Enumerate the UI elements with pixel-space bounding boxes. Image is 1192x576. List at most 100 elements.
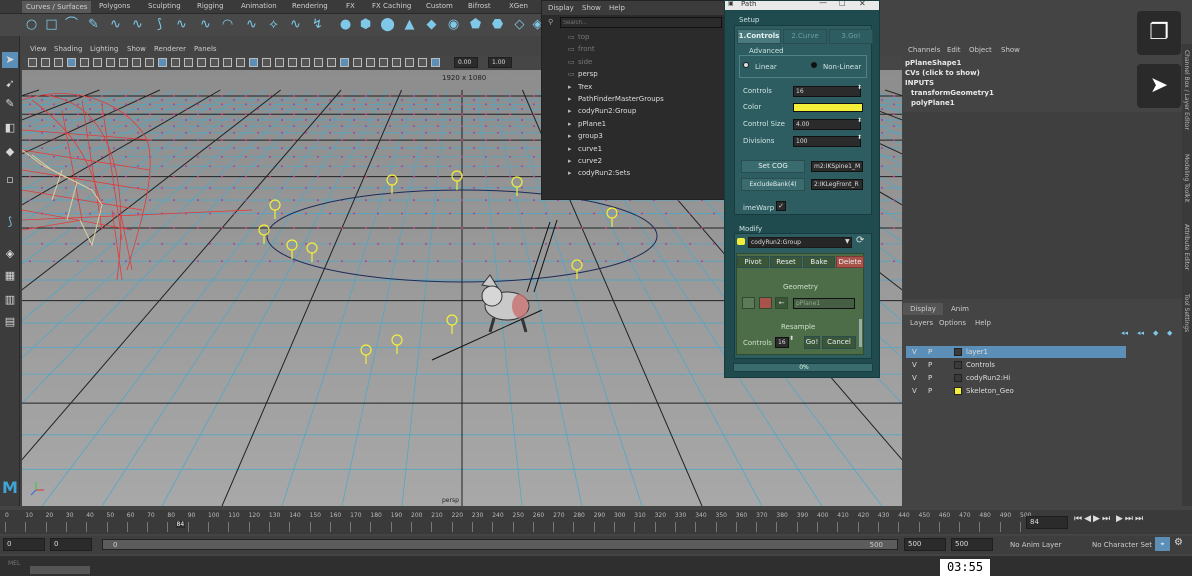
current-frame-marker[interactable]: 84 [175, 521, 186, 528]
controls-input[interactable]: 16 [793, 86, 861, 97]
scrollbar[interactable] [859, 319, 862, 347]
viewport-tool-icon[interactable] [327, 58, 336, 67]
bezier-curve-icon[interactable]: ⟆ [152, 17, 167, 32]
viewport-tool-icon[interactable] [145, 58, 154, 67]
nonlinear-radio[interactable] [811, 62, 817, 68]
torus-icon[interactable]: ◉ [446, 17, 461, 32]
layer-visibility[interactable]: V [912, 359, 917, 371]
revolve-icon[interactable]: ⬣ [490, 17, 505, 32]
viewport-tool-icon[interactable] [210, 58, 219, 67]
tab-go[interactable]: 3.Go! [829, 29, 873, 44]
viewport-menu-panels[interactable]: Panels [194, 45, 217, 53]
viewport-tool-icon[interactable] [158, 58, 167, 67]
layout-four-icon[interactable]: ▦ [2, 268, 18, 284]
exclude-bank-input[interactable]: 2:IKLegFront_R [811, 179, 863, 190]
shelf-tab[interactable]: XGen [509, 2, 528, 10]
set-cog-button[interactable]: Set COG [741, 160, 805, 173]
cylinder-icon[interactable]: ⬤ [380, 17, 395, 32]
outliner-menu-show[interactable]: Show [582, 4, 601, 12]
layer-color-swatch[interactable] [954, 348, 962, 356]
viewport-tool-icon[interactable] [314, 58, 323, 67]
viewport-tool-icon[interactable] [418, 58, 427, 67]
outliner-item[interactable]: codyRun2:Sets [578, 169, 630, 177]
tab-curve[interactable]: 2.Curve [783, 29, 827, 44]
rebuild-curve-icon[interactable]: ◠ [220, 17, 235, 32]
outliner-item[interactable]: curve2 [578, 157, 602, 165]
rotate-tool-icon[interactable]: ◆ [2, 144, 18, 160]
tab-attribute-editor[interactable]: Attribute Editor [1183, 224, 1190, 270]
lasso-tool-icon[interactable]: ➹ [2, 76, 18, 92]
linear-radio[interactable] [743, 62, 749, 68]
sphere-icon[interactable]: ● [338, 17, 353, 32]
layer-row[interactable]: V P layer1 [906, 346, 1126, 358]
layer-name[interactable]: layer1 [966, 346, 988, 358]
refresh-icon[interactable]: ⟳ [856, 235, 864, 246]
shelf-tab[interactable]: Curves / Surfaces [22, 1, 92, 13]
layout-single-icon[interactable]: ◈ [2, 246, 18, 262]
divisions-input[interactable]: 100 [793, 136, 861, 147]
viewport-tool-icon[interactable] [275, 58, 284, 67]
viewport-tool-icon[interactable] [379, 58, 388, 67]
layer-menu-help[interactable]: Help [975, 319, 991, 327]
geometry-add-icon[interactable] [742, 297, 755, 309]
tab-controls[interactable]: 1.Controls [737, 29, 781, 44]
pencil-curve-icon[interactable]: ✎ [86, 17, 101, 32]
outliner-item[interactable]: pPlane1 [578, 120, 606, 128]
geometry-remove-icon[interactable] [759, 297, 772, 309]
ep-curve-icon[interactable]: ∿ [130, 17, 145, 32]
gamma-field[interactable]: 1.00 [488, 57, 512, 68]
shelf-tab[interactable]: Bifrost [468, 2, 491, 10]
channel-menu-channels[interactable]: Channels [908, 46, 940, 54]
outliner-search-input[interactable] [560, 17, 722, 28]
auto-key-icon[interactable]: ⌖ [1155, 537, 1170, 551]
current-frame-field[interactable]: 84 [1026, 516, 1068, 529]
viewport-tool-icon[interactable] [171, 58, 180, 67]
channel-menu-show[interactable]: Show [1001, 46, 1020, 54]
layer-color-swatch[interactable] [954, 374, 962, 382]
layer-color-swatch[interactable] [954, 361, 962, 369]
viewport-menu-shading[interactable]: Shading [54, 45, 82, 53]
exposure-field[interactable]: 0.00 [454, 57, 478, 68]
layer-visibility[interactable]: V [912, 385, 917, 397]
resample-controls-input[interactable]: 16 [775, 337, 789, 348]
character-set-dropdown[interactable]: No Character Set [1092, 541, 1152, 549]
circle-curve-icon[interactable]: ○ [24, 17, 39, 32]
shelf-tab[interactable]: FX [346, 2, 355, 10]
offset-curve-icon[interactable]: ∿ [288, 17, 303, 32]
viewport-tool-icon[interactable] [340, 58, 349, 67]
spinner-icon[interactable]: ⬍ [857, 134, 862, 141]
select-tool-icon[interactable]: ➤ [2, 52, 18, 68]
start-time-field[interactable]: 0 [3, 538, 45, 551]
geometry-input[interactable]: pPlane1 [793, 298, 855, 309]
layer-row[interactable]: V P Controls [906, 359, 1126, 371]
loft-icon[interactable]: ⬟ [468, 17, 483, 32]
layer-row[interactable]: V P codyRun2:Hi [906, 372, 1126, 384]
layer-menu-layers[interactable]: Layers [910, 319, 933, 327]
viewport-tool-icon[interactable] [106, 58, 115, 67]
viewport-tool-icon[interactable] [54, 58, 63, 67]
plane-icon[interactable]: ◆ [424, 17, 439, 32]
layer-playback[interactable]: P [928, 385, 932, 397]
viewport-menu-lighting[interactable]: Lighting [90, 45, 118, 53]
layers-icon[interactable]: ❐ [1137, 11, 1181, 55]
arc-tool-icon[interactable]: ∿ [174, 17, 189, 32]
pivot-button[interactable]: Pivot [737, 256, 769, 268]
shelf-tab[interactable]: FX Caching [372, 2, 411, 10]
spinner-icon[interactable]: ⬍ [857, 84, 862, 91]
outliner-layout-icon[interactable]: ▤ [2, 314, 18, 330]
viewport-tool-icon[interactable] [301, 58, 310, 67]
layer-visibility[interactable]: V [912, 346, 917, 358]
shelf-tab[interactable]: Sculpting [148, 2, 181, 10]
command-input[interactable] [30, 566, 90, 574]
cog-value-input[interactable]: m2:IKSpine1_M [811, 161, 863, 172]
shelf-tab[interactable]: Rigging [197, 2, 224, 10]
spinner-icon[interactable]: ⬍ [789, 335, 794, 342]
viewport-tool-icon[interactable] [28, 58, 37, 67]
arc-curve-icon[interactable]: ⌒ [64, 17, 79, 32]
viewport-tool-icon[interactable] [249, 58, 258, 67]
viewport-tool-icon[interactable] [236, 58, 245, 67]
range-slider[interactable]: 0 500 [102, 539, 898, 550]
move-tool-icon[interactable]: ◧ [2, 120, 18, 136]
delete-button[interactable]: Delete [836, 256, 864, 268]
viewport-tool-icon[interactable] [80, 58, 89, 67]
